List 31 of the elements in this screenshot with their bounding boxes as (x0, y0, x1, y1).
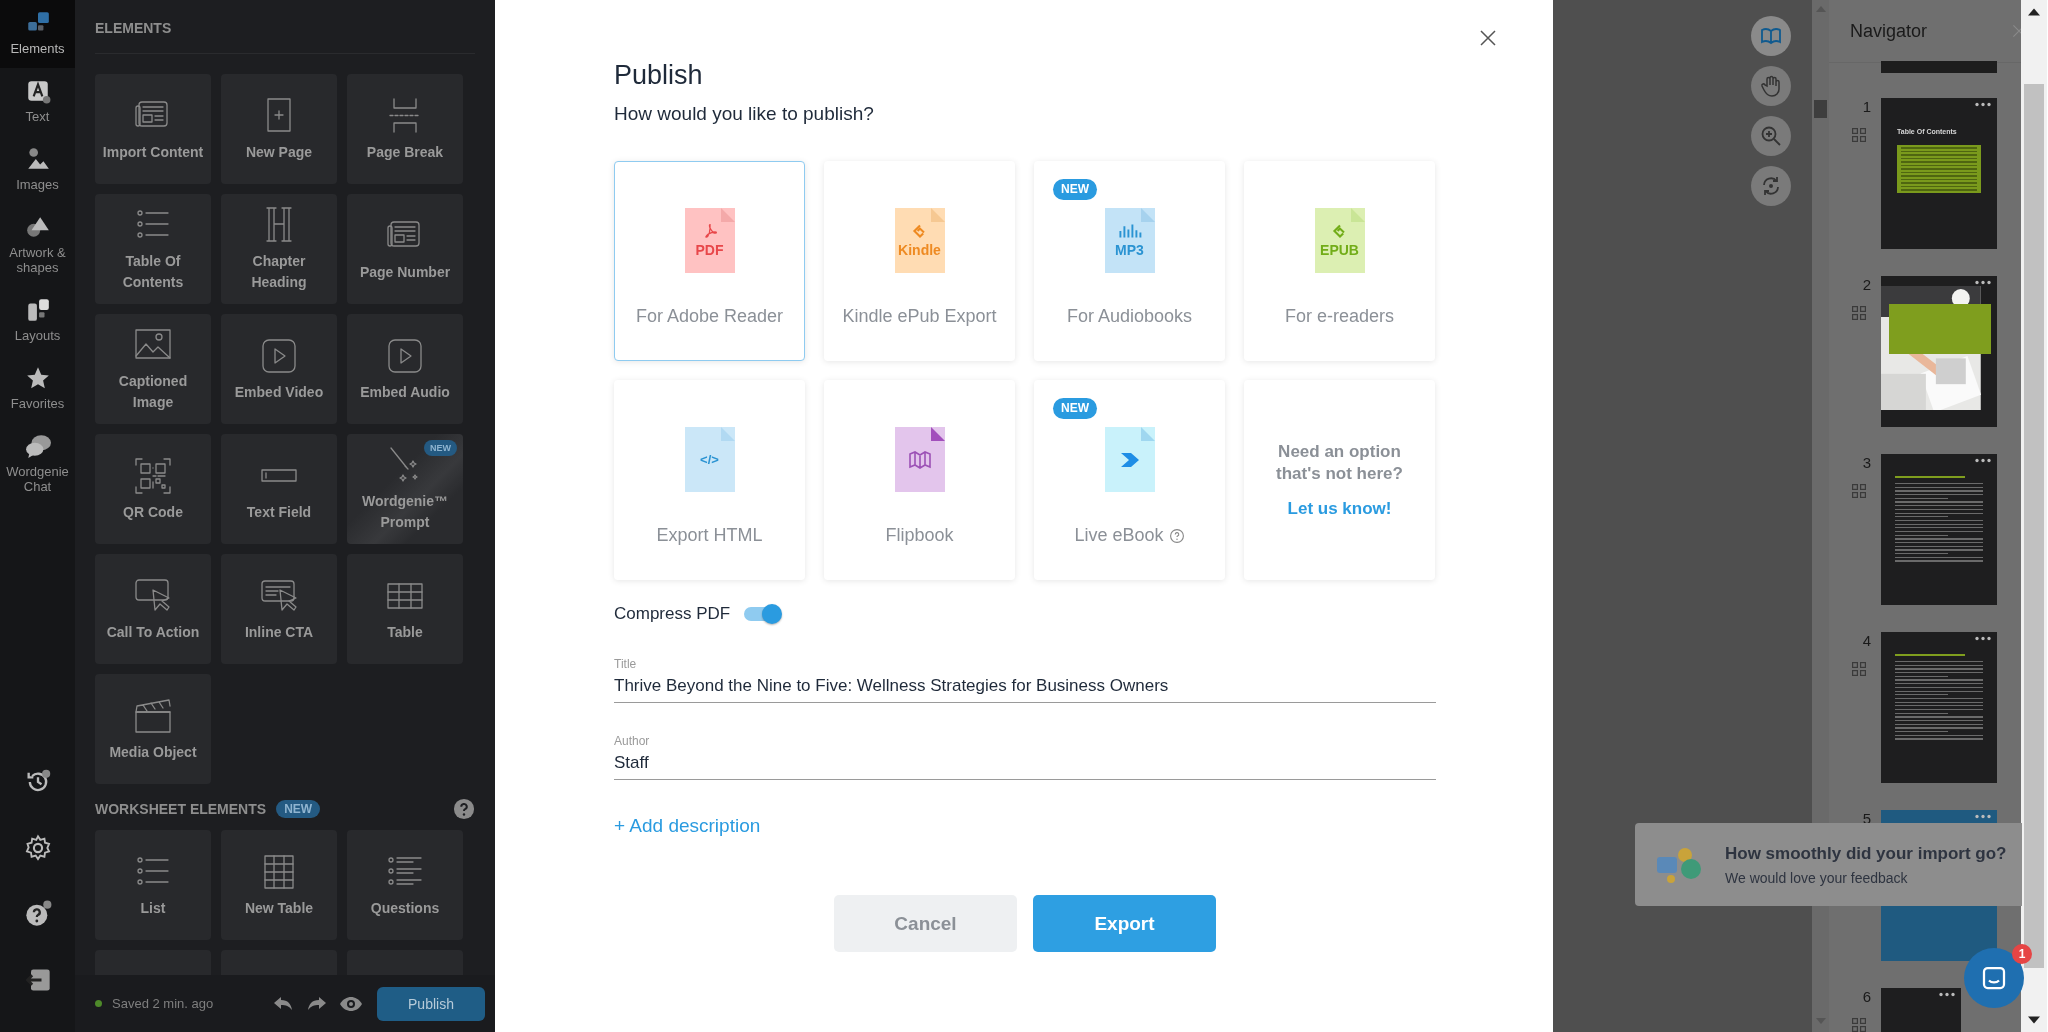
option-label: Export HTML (656, 525, 763, 546)
navigator-title: Navigator (1850, 20, 1928, 42)
section-heading: ELEMENTS (95, 19, 173, 36)
pdf-file-icon: PDF (684, 208, 735, 273)
new-badge: NEW (424, 440, 457, 456)
dialog-subtitle: How would you like to publish? (614, 103, 875, 125)
page-number: 2 (1862, 276, 1871, 293)
option-label: Live eBook (1074, 525, 1164, 546)
page-number: 6 (1862, 988, 1871, 1005)
kindle-file-icon: Kindle (894, 208, 945, 273)
html-file-icon: </> (684, 427, 735, 492)
new-badge: NEW (1053, 398, 1097, 419)
page-number: 1 (1862, 98, 1871, 115)
compress-label: Compress PDF (614, 604, 731, 624)
toast-subtitle: We would love your feedback (1725, 869, 1909, 886)
mp3-file-icon: MP3 (1104, 208, 1155, 273)
section-heading: WORKSHEET ELEMENTS (95, 801, 267, 817)
option-label: For Adobe Reader (635, 306, 784, 327)
page-number: 3 (1862, 454, 1871, 471)
option-label: For Audiobooks (1066, 306, 1193, 327)
option-label: Flipbook (885, 525, 954, 546)
epub-file-icon: EPUB (1314, 208, 1365, 273)
option-label: For e-readers (1284, 306, 1394, 327)
option-label: Kindle ePub Export (842, 306, 997, 327)
dialog-title: Publish (614, 60, 704, 91)
new-badge: NEW (1053, 179, 1097, 200)
new-badge: NEW (276, 800, 321, 818)
toast-title: How smoothly did your import go? (1725, 843, 2007, 864)
suggestion-text: Need an option that's not here? (1275, 441, 1404, 485)
save-status: Saved 2 min. ago (112, 996, 214, 1011)
page-number: 4 (1862, 632, 1871, 649)
